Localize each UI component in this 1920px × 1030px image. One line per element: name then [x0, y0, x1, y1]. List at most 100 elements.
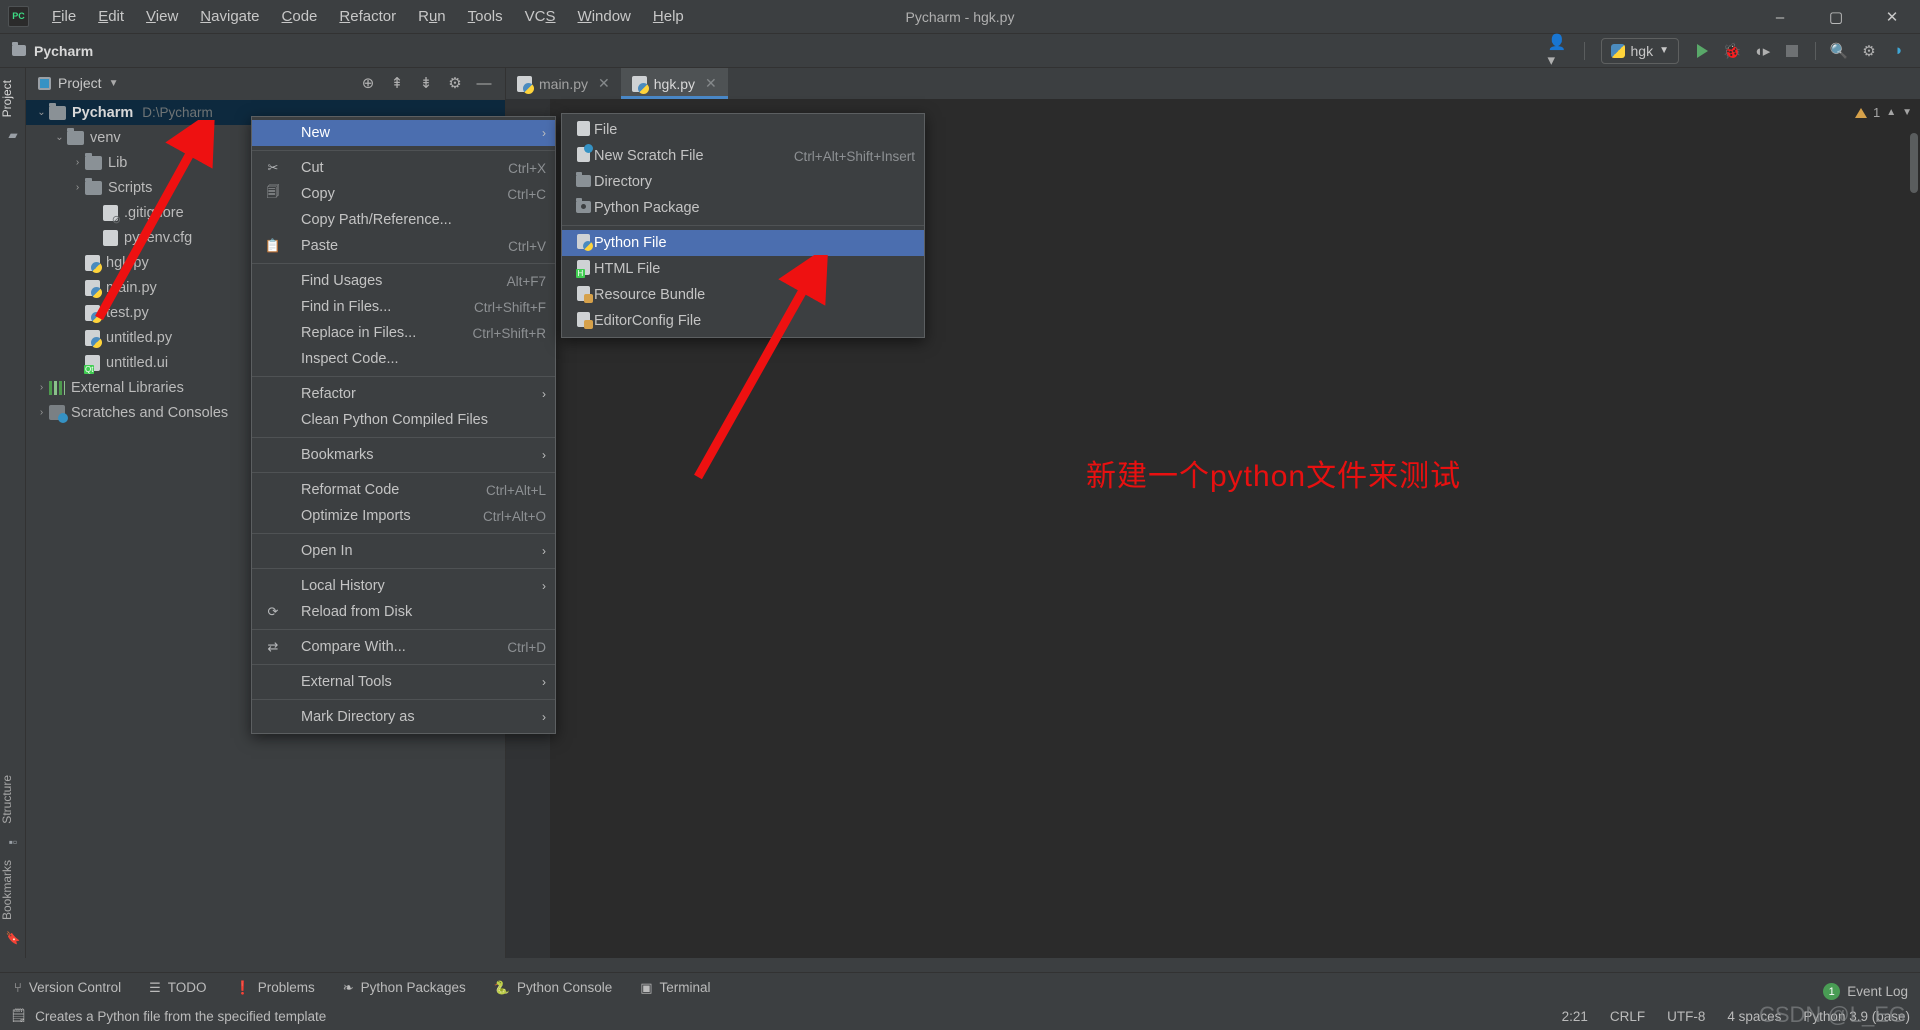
menu-run[interactable]: Run — [407, 4, 457, 29]
close-icon[interactable]: ✕ — [598, 75, 610, 92]
menu-item-new-scratch-file[interactable]: New Scratch File Ctrl+Alt+Shift+Insert — [562, 143, 924, 169]
menu-item-local-history[interactable]: Local History › — [252, 573, 555, 599]
menu-navigate[interactable]: Navigate — [189, 4, 270, 29]
hide-panel-icon[interactable]: — — [471, 70, 497, 96]
coverage-icon[interactable]: ◖▸ — [1749, 38, 1775, 64]
menu-item-file[interactable]: File — [562, 117, 924, 143]
bottom-tab-python-packages[interactable]: ❧ Python Packages — [329, 980, 480, 996]
tree-toggle-icon[interactable]: ⌄ — [52, 132, 67, 143]
settings-icon[interactable]: ⚙ — [1856, 38, 1882, 64]
tree-item-label: Pycharm — [72, 104, 134, 121]
menu-item-replace-in-files[interactable]: Replace in Files... Ctrl+Shift+R — [252, 320, 555, 346]
sidebar-item-bookmarks[interactable]: Bookmarks — [0, 854, 14, 926]
python-file-icon — [517, 75, 534, 94]
search-icon[interactable]: 🔍 — [1826, 38, 1852, 64]
new-submenu: File New Scratch File Ctrl+Alt+Shift+Inser… — [561, 113, 925, 338]
menu-item-find-in-files[interactable]: Find in Files... Ctrl+Shift+F — [252, 294, 555, 320]
bottom-tab-python-console[interactable]: 🐍 Python Console — [480, 980, 627, 996]
bottom-tab-todo[interactable]: ☰ TODO — [135, 980, 220, 996]
bottom-tab-version-control[interactable]: ⑂ Version Control — [0, 980, 135, 995]
menu-window[interactable]: Window — [567, 4, 642, 29]
menu-item-copy[interactable]: 🗐 Copy Ctrl+C — [252, 181, 555, 207]
menu-item-paste[interactable]: 📋 Paste Ctrl+V — [252, 233, 555, 259]
menu-item-copy-path-reference[interactable]: Copy Path/Reference... — [252, 207, 555, 233]
maximize-button[interactable]: ▢ — [1808, 0, 1864, 34]
panel-settings-icon[interactable]: ⚙ — [442, 70, 468, 96]
bottom-tab-problems[interactable]: ❗ Problems — [221, 980, 329, 996]
status-crlf[interactable]: CRLF — [1610, 1009, 1645, 1024]
menu-item-compare-with[interactable]: ⇄ Compare With... Ctrl+D — [252, 634, 555, 660]
collapse-all-icon[interactable]: ⇟ — [413, 70, 439, 96]
tree-toggle-icon[interactable]: ⌄ — [34, 107, 49, 118]
project-toolbar-right: 👤▾ hgk ▼ 🐞 ◖▸ 🔍 ⚙ ◗ — [1548, 34, 1912, 69]
menu-item-refactor[interactable]: Refactor › — [252, 381, 555, 407]
menu-help[interactable]: Help — [642, 4, 695, 29]
menu-item-open-in[interactable]: Open In › — [252, 538, 555, 564]
chevron-down-icon[interactable]: ▼ — [109, 78, 119, 89]
menu-item-find-usages[interactable]: Find Usages Alt+F7 — [252, 268, 555, 294]
menu-item-directory[interactable]: Directory — [562, 169, 924, 195]
event-log-button[interactable]: 1 Event Log — [1823, 983, 1908, 1000]
editor-annotation-text: 新建一个python文件来测试 — [1086, 460, 1462, 493]
menu-item-cut[interactable]: ✂ Cut Ctrl+X — [252, 155, 555, 181]
context-menu: New › ✂ Cut Ctrl+X 🗐 Copy Ctrl+C Copy Path/Refer… — [251, 116, 556, 734]
menu-item-python-package[interactable]: Python Package — [562, 195, 924, 221]
tree-toggle-icon[interactable]: › — [34, 407, 49, 418]
menu-item-clean-python-compiled-files[interactable]: Clean Python Compiled Files — [252, 407, 555, 433]
menu-item-inspect-code[interactable]: Inspect Code... — [252, 346, 555, 372]
menu-item-reformat-code[interactable]: Reformat Code Ctrl+Alt+L — [252, 477, 555, 503]
user-icon[interactable]: 👤▾ — [1548, 34, 1574, 69]
chevron-down-icon[interactable]: ▼ — [1902, 107, 1912, 118]
menu-item-html-file[interactable]: HTML File — [562, 256, 924, 282]
minimize-button[interactable]: – — [1752, 0, 1808, 34]
editor-tab-main-py[interactable]: main.py ✕ — [506, 68, 621, 99]
menu-item-label: Directory — [594, 174, 653, 190]
status-utf-8[interactable]: UTF-8 — [1667, 1009, 1705, 1024]
menu-item-resource-bundle[interactable]: Resource Bundle — [562, 282, 924, 308]
status-2-21[interactable]: 2:21 — [1562, 1009, 1588, 1024]
html-file-icon — [572, 260, 594, 278]
run-icon[interactable] — [1689, 38, 1715, 64]
menu-separator — [252, 472, 555, 473]
tree-toggle-icon[interactable]: › — [34, 382, 49, 393]
bottom-tab-terminal[interactable]: ▣ Terminal — [626, 980, 724, 996]
menu-item-reload-from-disk[interactable]: ⟳ Reload from Disk — [252, 599, 555, 625]
menu-item-new[interactable]: New › — [252, 120, 555, 146]
editor-tab-hgk-py[interactable]: hgk.py ✕ — [620, 68, 728, 99]
menu-code[interactable]: Code — [271, 4, 329, 29]
menu-vcs[interactable]: VCS — [514, 4, 567, 29]
menu-item-mark-directory-as[interactable]: Mark Directory as › — [252, 704, 555, 730]
copy-icon: 🗐 — [266, 184, 280, 199]
locate-icon[interactable]: ⊕ — [355, 70, 381, 96]
debug-icon[interactable]: 🐞 — [1719, 38, 1745, 64]
stop-icon[interactable] — [1779, 38, 1805, 64]
tree-item-label: pyvenv.cfg — [124, 229, 193, 246]
chevron-up-icon[interactable]: ▲ — [1886, 107, 1896, 118]
menu-item-external-tools[interactable]: External Tools › — [252, 669, 555, 695]
close-button[interactable]: ✕ — [1864, 0, 1920, 34]
ai-assistant-icon[interactable]: ◗ — [1886, 38, 1912, 64]
menu-item-editorconfig-file[interactable]: EditorConfig File — [562, 308, 924, 334]
bottom-tab-label: Python Console — [516, 980, 613, 995]
menu-edit[interactable]: Edit — [87, 4, 135, 29]
menu-item-python-file[interactable]: Python File — [562, 230, 924, 256]
menu-item-optimize-imports[interactable]: Optimize Imports Ctrl+Alt+O — [252, 503, 555, 529]
run-config-selector[interactable]: hgk ▼ — [1600, 37, 1679, 64]
tree-toggle-icon[interactable]: › — [70, 157, 85, 168]
inspection-widget[interactable]: 1 ▲ ▼ — [1848, 99, 1920, 126]
tree-toggle-icon[interactable]: › — [70, 182, 85, 193]
editor-tab-label: main.py — [539, 75, 589, 92]
menu-file[interactable]: File — [41, 4, 87, 29]
menu-item-bookmarks[interactable]: Bookmarks › — [252, 442, 555, 468]
menu-refactor[interactable]: Refactor — [328, 4, 407, 29]
menu-view[interactable]: View — [135, 4, 189, 29]
sidebar-item-project[interactable]: Project — [0, 74, 14, 123]
menu-tools[interactable]: Tools — [457, 4, 514, 29]
close-icon[interactable]: ✕ — [705, 75, 717, 92]
directory-icon — [575, 171, 591, 187]
expand-all-icon[interactable]: ⇞ — [384, 70, 410, 96]
editor-scrollbar[interactable] — [1910, 133, 1918, 193]
gitignore-icon — [103, 204, 121, 226]
status-message-group: 🗒 Creates a Python file from the specifi… — [0, 1008, 326, 1024]
sidebar-item-structure[interactable]: Structure — [0, 769, 14, 830]
